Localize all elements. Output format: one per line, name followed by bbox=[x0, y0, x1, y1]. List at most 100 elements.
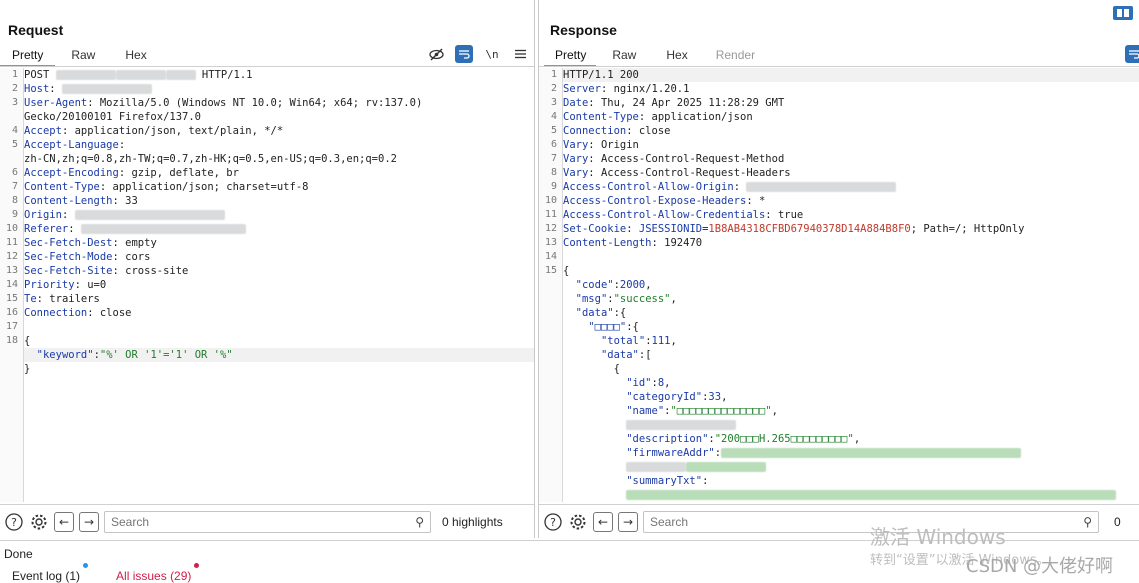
tab-divider bbox=[539, 66, 1139, 67]
back-arrow-icon[interactable]: ← bbox=[54, 511, 74, 532]
code-line: zh-CN,zh;q=0.8,zh-TW;q=0.7,zh-HK;q=0.5,e… bbox=[24, 152, 534, 166]
code-value bbox=[563, 475, 626, 487]
code-value: POST bbox=[24, 69, 56, 81]
response-tab-render[interactable]: Render bbox=[700, 46, 767, 67]
code-value bbox=[563, 447, 626, 459]
search-icon[interactable]: ⚲ bbox=[1083, 515, 1092, 529]
code-value: { bbox=[24, 335, 31, 347]
newline-icon[interactable]: \n bbox=[483, 45, 501, 63]
code-line: 14 Priority: u=0 bbox=[6, 278, 534, 292]
response-search-input[interactable] bbox=[650, 514, 1084, 529]
code-value: , bbox=[721, 391, 728, 403]
help-icon[interactable]: ? bbox=[543, 511, 563, 532]
request-tab-raw[interactable]: Raw bbox=[55, 46, 107, 67]
code-line: 6 Accept-Encoding: gzip, deflate, br bbox=[12, 166, 534, 180]
line-number: 15 bbox=[5, 293, 18, 304]
svg-text:?: ? bbox=[11, 516, 17, 529]
request-code[interactable]: 1 POST HTTP/1.1 2 Host: 3 User-Agent: Mozill… bbox=[6, 68, 534, 502]
line-number: 16 bbox=[5, 307, 18, 318]
wrap-icon[interactable] bbox=[1125, 45, 1139, 63]
code-line: 3 User-Agent: Mozilla/5.0 (Windows NT 10.… bbox=[12, 96, 534, 110]
code-value: : application/json; charset=utf-8 bbox=[99, 181, 309, 193]
redacted-value bbox=[74, 210, 225, 220]
code-line: "data":{ bbox=[563, 306, 1139, 320]
code-value: : close bbox=[626, 125, 671, 137]
code-key: "keyword" bbox=[36, 349, 94, 361]
settings-icon[interactable] bbox=[568, 511, 588, 532]
code-value: :{ bbox=[626, 321, 639, 333]
code-key: Date bbox=[563, 97, 589, 109]
code-value: , bbox=[670, 335, 677, 347]
code-line: 15 Te: trailers bbox=[6, 292, 534, 306]
code-line: 4 Content-Type: application/json bbox=[551, 110, 1139, 124]
code-value: : bbox=[68, 223, 81, 235]
wrap-icon[interactable] bbox=[455, 45, 473, 63]
all-issues-link[interactable]: All issues (29) bbox=[116, 563, 200, 583]
code-value: : Thu, 24 Apr 2025 11:28:29 GMT bbox=[588, 97, 785, 109]
code-value bbox=[563, 293, 576, 305]
eye-slash-icon[interactable] bbox=[427, 45, 445, 63]
settings-icon[interactable] bbox=[29, 511, 49, 532]
code-line: "keyword":"%' OR '1'='1' OR '%" bbox=[24, 348, 534, 362]
code-line: 1 HTTP/1.1 200 bbox=[551, 68, 1139, 82]
response-search-bar: ? ← → ⚲ 0 bbox=[539, 504, 1139, 538]
code-value: : gzip, deflate, br bbox=[118, 167, 239, 179]
code-line: 13 Sec-Fetch-Site: cross-site bbox=[6, 264, 534, 278]
line-number: 7 bbox=[11, 181, 18, 192]
code-line: 2 Host: bbox=[12, 82, 534, 96]
code-key: Vary bbox=[563, 167, 589, 179]
code-key: Referer bbox=[24, 223, 69, 235]
help-icon[interactable]: ? bbox=[4, 511, 24, 532]
code-key: Vary bbox=[563, 153, 589, 165]
code-value: : Origin bbox=[588, 139, 639, 151]
request-tab-hex[interactable]: Hex bbox=[107, 46, 158, 67]
code-key: Access-Control-Allow-Origin bbox=[563, 181, 734, 193]
request-editor[interactable]: 1 POST HTTP/1.1 2 Host: 3 User-Agent: Mozill… bbox=[0, 68, 534, 502]
code-value: : application/json, text/plain, */* bbox=[61, 125, 284, 137]
code-key: Content-Type bbox=[24, 181, 100, 193]
event-log-link[interactable]: Event log (1) bbox=[12, 563, 89, 583]
forward-arrow-icon[interactable]: → bbox=[618, 511, 638, 532]
code-key: "data" bbox=[600, 349, 639, 361]
menu-icon[interactable] bbox=[511, 45, 529, 63]
response-tab-pretty[interactable]: Pretty bbox=[544, 46, 597, 67]
code-line: "description":"200□□□H.265□□□□□□□□□", bbox=[563, 432, 1139, 446]
response-tab-raw[interactable]: Raw bbox=[596, 46, 648, 67]
code-key: Set-Cookie bbox=[563, 223, 627, 235]
request-search-input[interactable] bbox=[111, 514, 416, 529]
code-value: : bbox=[49, 83, 62, 95]
back-arrow-icon[interactable]: ← bbox=[593, 511, 613, 532]
response-tab-hex[interactable]: Hex bbox=[648, 46, 699, 67]
code-value: : nginx/1.20.1 bbox=[600, 83, 690, 95]
code-key: "code" bbox=[575, 279, 614, 291]
code-line: { bbox=[563, 362, 1139, 376]
request-search-box: ⚲ bbox=[104, 510, 431, 533]
forward-arrow-icon[interactable]: → bbox=[79, 511, 99, 532]
issues-dot bbox=[194, 563, 200, 568]
layout-toggle-icon[interactable] bbox=[1113, 6, 1133, 20]
code-key: Connection bbox=[563, 125, 627, 137]
code-key: Origin bbox=[24, 209, 62, 221]
line-number: 8 bbox=[11, 195, 18, 206]
code-line: 8 Content-Length: 33 bbox=[12, 194, 534, 208]
response-pane: Response Pretty Raw Hex Render 1 HTTP/1.1… bbox=[538, 0, 1139, 538]
redacted-value bbox=[626, 420, 737, 430]
code-line: 7 Vary: Access-Control-Request-Method bbox=[551, 152, 1139, 166]
response-code[interactable]: 1 HTTP/1.1 200 2 Server: nginx/1.20.1 3 Date:… bbox=[545, 68, 1139, 502]
code-line bbox=[563, 418, 1139, 432]
code-key: Accept-Language bbox=[24, 139, 119, 151]
code-key: "categoryId" bbox=[626, 391, 703, 403]
search-icon[interactable]: ⚲ bbox=[415, 515, 424, 529]
request-tab-pretty[interactable]: Pretty bbox=[0, 46, 56, 67]
code-line: "msg":"success", bbox=[563, 292, 1139, 306]
response-editor[interactable]: 1 HTTP/1.1 200 2 Server: nginx/1.20.1 3 Date:… bbox=[539, 68, 1139, 502]
line-number: 14 bbox=[544, 251, 557, 262]
code-key: Content-Type bbox=[563, 111, 639, 123]
code-line: 9 Access-Control-Allow-Origin: bbox=[551, 180, 1139, 194]
redacted-value bbox=[80, 224, 246, 234]
redacted-value bbox=[721, 448, 1022, 458]
request-highlights-count: 0 highlights bbox=[442, 514, 503, 529]
code-value: : trailers bbox=[36, 293, 100, 305]
code-value: , bbox=[664, 377, 671, 389]
response-title: Response bbox=[550, 22, 617, 38]
